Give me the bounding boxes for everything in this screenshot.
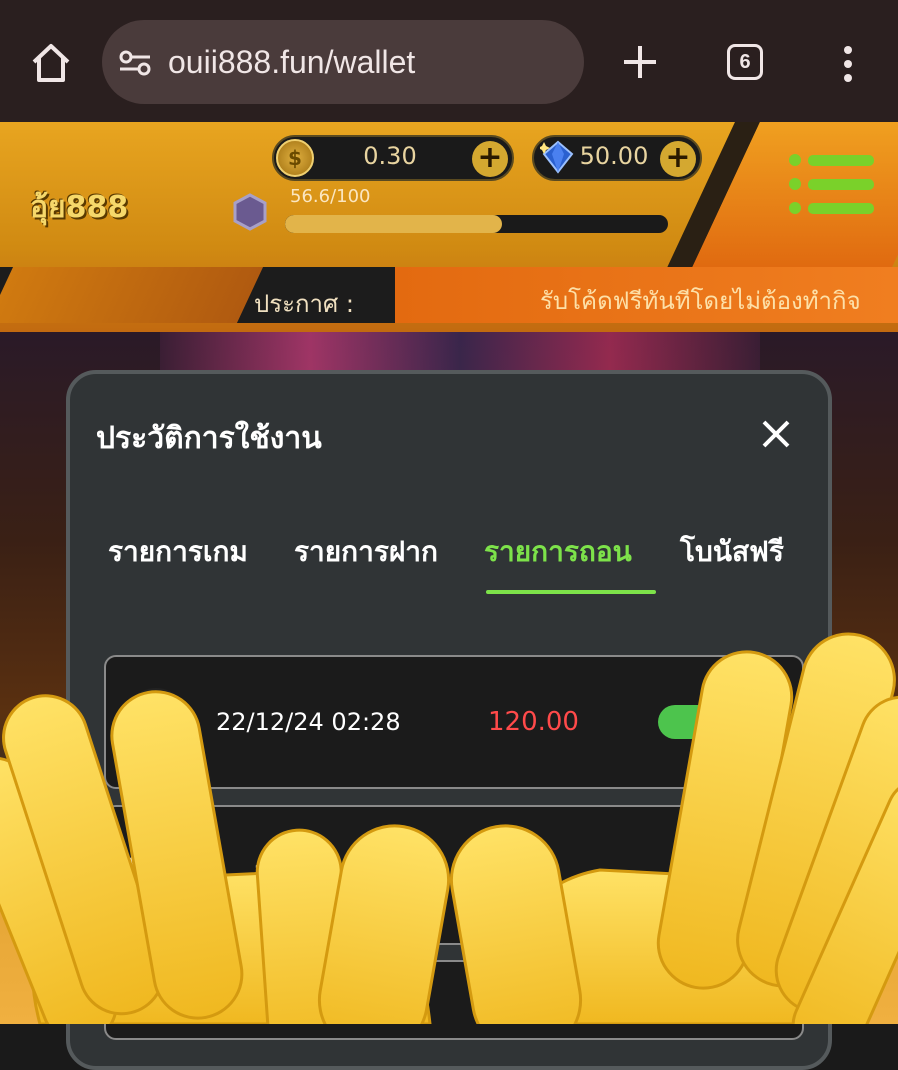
url-text[interactable]: ouii888.fun/wallet xyxy=(168,44,415,81)
announcement-label: ประกาศ : xyxy=(254,290,354,318)
tab-switcher-icon[interactable]: 6 xyxy=(727,44,763,80)
row-amount: 120.00 xyxy=(488,707,579,737)
row-datetime: 2/12/24 17 xyxy=(254,860,385,888)
home-icon[interactable] xyxy=(28,40,74,86)
table-row[interactable] xyxy=(104,960,804,1040)
add-coin-button[interactable]: + xyxy=(472,141,508,177)
level-progress-bar xyxy=(285,215,668,233)
site-settings-icon[interactable] xyxy=(118,48,152,78)
add-gem-button[interactable]: + xyxy=(660,141,696,177)
status-badge xyxy=(658,705,768,739)
close-icon[interactable] xyxy=(756,414,796,454)
coin-icon: $ xyxy=(276,139,314,177)
tab-free-bonus[interactable]: โบนัสฟรี xyxy=(680,530,784,574)
more-vert-icon[interactable] xyxy=(838,44,858,84)
status-badge xyxy=(700,858,780,892)
modal-title: ประวัติการใช้งาน xyxy=(96,421,322,456)
gem-icon xyxy=(540,140,574,174)
site-header: อุ้ย888 $ 0.30 + 50.00 + 56.6/100 ประกาศ… xyxy=(0,122,898,332)
level-text: 56.6/100 xyxy=(290,186,371,207)
active-tab-indicator xyxy=(486,590,656,594)
row-avatar xyxy=(124,688,188,752)
row-avatar xyxy=(124,840,188,904)
coin-balance: 0.30 xyxy=(363,142,417,170)
announcement-ticker: รับโค้ดฟรีทันทีโดยไม่ต้องทำกิจ xyxy=(395,267,898,323)
row-datetime: 22/12/24 02:28 xyxy=(216,708,401,736)
announcement-text: รับโค้ดฟรีทันทีโดยไม่ต้องทำกิจ xyxy=(540,287,861,315)
site-logo[interactable]: อุ้ย888 xyxy=(30,184,128,231)
level-progress-fill xyxy=(285,215,502,233)
tab-deposit-history[interactable]: รายการฝาก xyxy=(294,530,438,574)
tab-withdraw-history[interactable]: รายการถอน xyxy=(484,530,632,574)
gem-balance: 50.00 xyxy=(579,142,649,170)
announcement-accent xyxy=(0,267,264,323)
level-hexagon-icon xyxy=(233,193,267,231)
tab-game-history[interactable]: รายการเกม xyxy=(108,530,248,574)
table-row[interactable] xyxy=(104,805,804,945)
hamburger-menu-icon[interactable] xyxy=(788,152,878,216)
new-tab-icon[interactable] xyxy=(620,42,660,82)
